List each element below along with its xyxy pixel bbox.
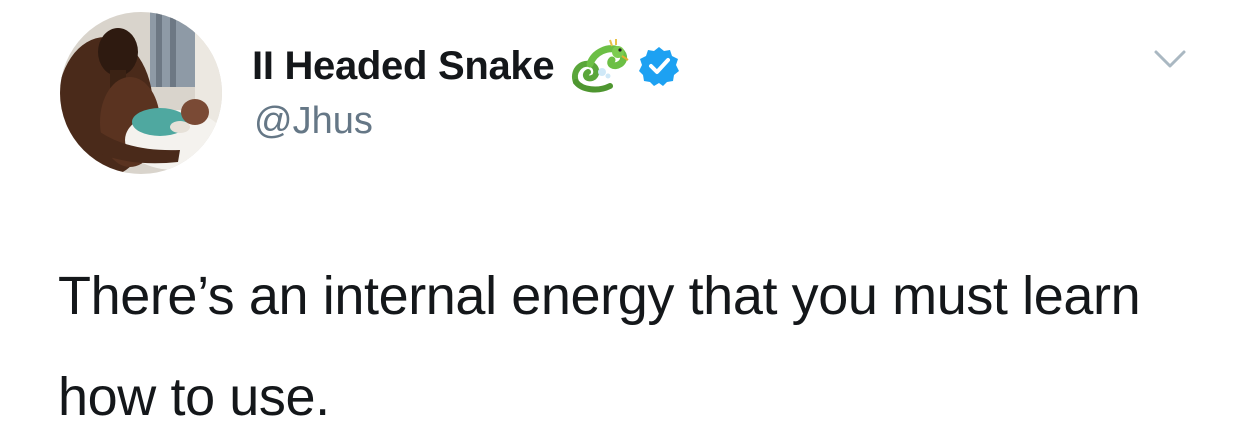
author-display-name[interactable]: II Headed Snake (252, 44, 555, 89)
tweet-card: II Headed Snake @Jhus There’s an interna… (0, 0, 1241, 427)
avatar[interactable] (60, 12, 222, 174)
dragon-icon (568, 38, 630, 94)
chevron-down-icon[interactable] (1150, 44, 1190, 74)
avatar-photo (60, 12, 222, 174)
tweet-text: There’s an internal energy that you must… (58, 266, 1141, 427)
author-handle[interactable]: @Jhus (254, 100, 373, 143)
verified-badge-icon (638, 45, 680, 87)
author-name-row: II Headed Snake (252, 38, 680, 94)
